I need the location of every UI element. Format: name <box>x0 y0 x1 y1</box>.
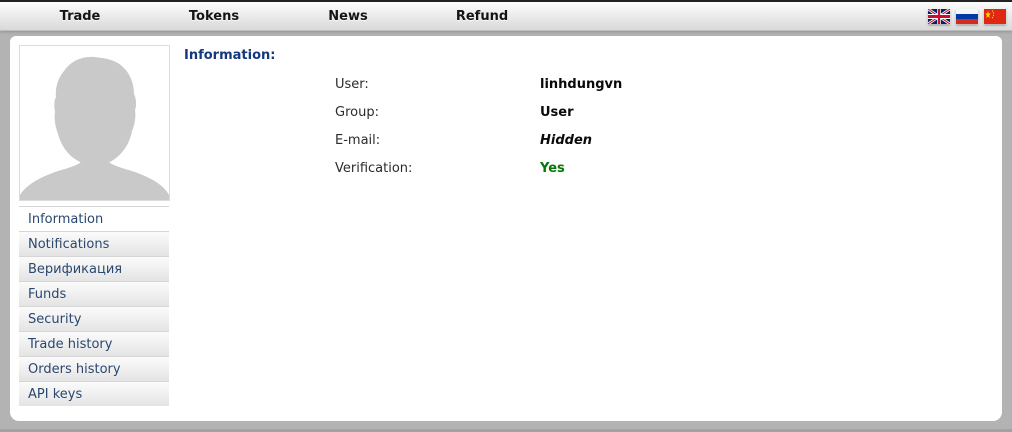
nav-item-trade[interactable]: Trade <box>13 9 147 24</box>
page-title: Information: <box>184 48 276 63</box>
sidebar-item-notifications[interactable]: Notifications <box>19 231 169 256</box>
avatar <box>19 45 170 201</box>
nav-item-tokens[interactable]: Tokens <box>147 9 281 24</box>
user-value: linhdungvn <box>540 77 623 92</box>
uk-flag-icon[interactable] <box>927 8 951 25</box>
language-switcher <box>927 8 1007 25</box>
group-label: Group: <box>335 105 379 120</box>
sidebar-item-funds[interactable]: Funds <box>19 281 169 306</box>
sidebar-item-verification-ru[interactable]: Верификация <box>19 256 169 281</box>
sidebar-item-orders-history[interactable]: Orders history <box>19 356 169 381</box>
info-fields: User: linhdungvn Group: User E-mail: Hid… <box>335 77 622 189</box>
sidebar-item-security[interactable]: Security <box>19 306 169 331</box>
page-background: Trade Tokens News Refund Information Not… <box>0 0 1012 432</box>
sidebar-item-trade-history[interactable]: Trade history <box>19 331 169 356</box>
email-label: E-mail: <box>335 133 381 148</box>
nav-menu: Trade Tokens News Refund <box>0 2 1012 30</box>
field-row-group: Group: User <box>335 105 622 121</box>
user-label: User: <box>335 77 369 92</box>
nav-item-refund[interactable]: Refund <box>415 9 549 24</box>
verification-value: Yes <box>540 161 565 176</box>
content-panel: Information Notifications Верификация Fu… <box>10 36 1002 421</box>
verification-label: Verification: <box>335 161 413 176</box>
email-value: Hidden <box>540 133 593 148</box>
russia-flag-icon[interactable] <box>955 8 979 25</box>
sidebar-item-api-keys[interactable]: API keys <box>19 381 169 406</box>
field-row-email: E-mail: Hidden <box>335 133 622 149</box>
field-row-verification: Verification: Yes <box>335 161 622 177</box>
sidebar-menu: Information Notifications Верификация Fu… <box>19 206 169 406</box>
nav-item-news[interactable]: News <box>281 9 415 24</box>
top-navigation: Trade Tokens News Refund <box>0 0 1012 31</box>
group-value: User <box>540 105 574 120</box>
person-silhouette-icon <box>20 56 169 200</box>
sidebar-item-information[interactable]: Information <box>19 206 169 231</box>
china-flag-icon[interactable] <box>983 8 1007 25</box>
field-row-user: User: linhdungvn <box>335 77 622 93</box>
